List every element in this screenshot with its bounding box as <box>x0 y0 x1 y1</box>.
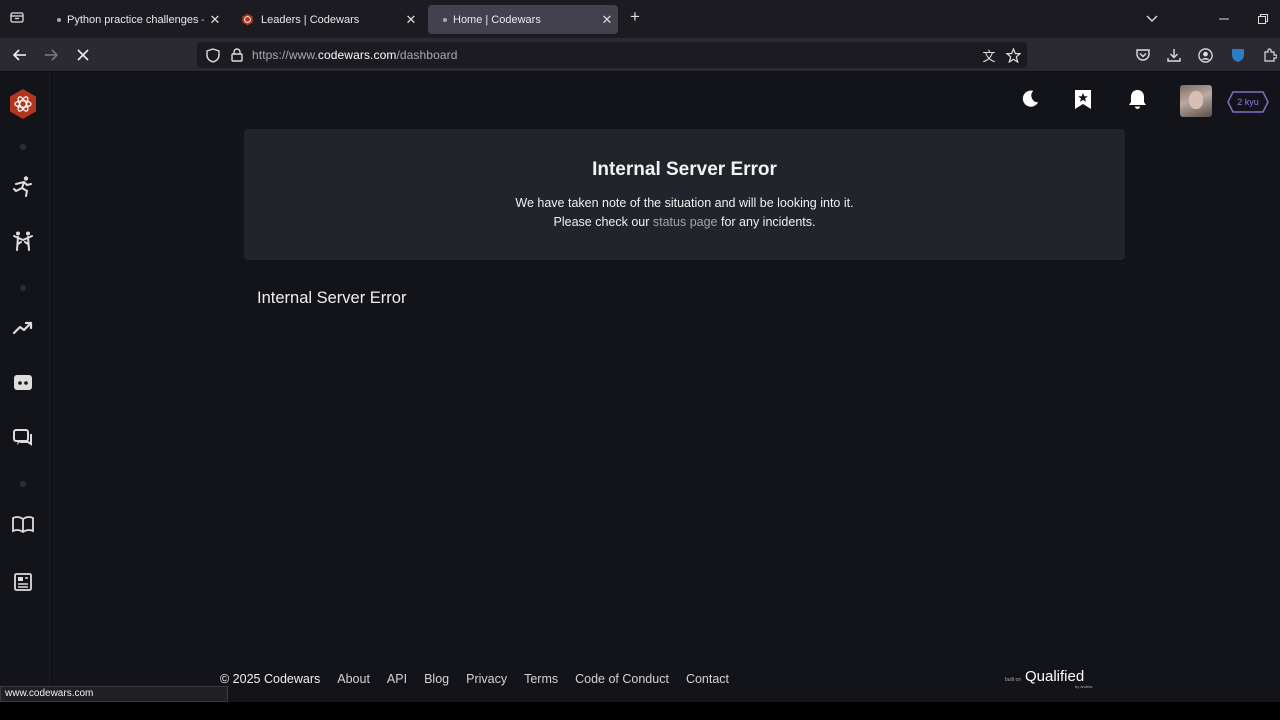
bottom-black-strip <box>0 702 1280 720</box>
sidebar <box>0 72 50 702</box>
footer-link-terms[interactable]: Terms <box>524 672 558 686</box>
url-prefix: https://www. <box>252 48 318 62</box>
blog-icon[interactable] <box>10 569 36 595</box>
practice-kata-icon[interactable] <box>10 173 36 199</box>
link-status-tooltip: www.codewars.com <box>0 686 228 702</box>
error-message: We have taken note of the situation and … <box>515 196 854 210</box>
minimize-icon[interactable] <box>1219 10 1229 28</box>
rank-label: 2 kyu <box>1237 97 1259 107</box>
status-page-link[interactable]: status page <box>653 215 718 229</box>
bell-icon[interactable] <box>1127 89 1148 110</box>
error-panel: Internal Server Error We have taken note… <box>244 129 1125 260</box>
leaderboards-icon[interactable] <box>10 315 36 341</box>
tab-title: Home | Codewars <box>453 13 541 26</box>
bookmark-icon[interactable] <box>1074 89 1092 110</box>
error-status-line: Please check our status page for any inc… <box>244 215 1125 229</box>
tab-dot-icon <box>57 17 61 22</box>
back-arrow-icon[interactable] <box>10 45 30 65</box>
moon-icon[interactable] <box>1021 89 1040 108</box>
extensions-icon[interactable] <box>1260 45 1280 65</box>
footer-link-api[interactable]: API <box>387 672 407 686</box>
footer-link-privacy[interactable]: Privacy <box>466 672 507 686</box>
qualified-logo[interactable]: built on Qualified by andela <box>1005 668 1105 690</box>
bitwarden-shield-icon[interactable] <box>1228 45 1248 65</box>
error-title: Internal Server Error <box>592 159 777 180</box>
footer-link-contact[interactable]: Contact <box>686 672 729 686</box>
sidebar-separator-dot <box>20 481 26 487</box>
tab-list-icon[interactable] <box>10 10 24 28</box>
tab-title: Python practice challenges – tra <box>67 13 204 26</box>
tab-dot-icon <box>443 17 447 22</box>
tab-leaders-codewars[interactable]: Leaders | Codewars ✕ <box>228 5 422 34</box>
url-bar[interactable]: https://www.codewars.com/dashboard 文 <box>197 42 1027 68</box>
pocket-icon[interactable] <box>1133 45 1153 65</box>
footer-link-about[interactable]: About <box>337 672 370 686</box>
error-status-text-after: for any incidents. <box>717 215 816 229</box>
translate-icon[interactable]: 文 <box>979 45 999 65</box>
avatar-face <box>1189 91 1203 109</box>
browser-nav-bar: https://www.codewars.com/dashboard 文 <box>0 38 1280 72</box>
error-subtitle: Internal Server Error <box>257 289 407 307</box>
close-icon[interactable]: ✕ <box>400 12 422 28</box>
footer: © 2025 Codewars About API Blog Privacy T… <box>220 672 746 686</box>
sidebar-separator-dot <box>20 285 26 291</box>
avatar[interactable] <box>1180 85 1212 117</box>
footer-copyright: © 2025 Codewars <box>220 672 321 686</box>
restore-icon[interactable] <box>1258 10 1268 28</box>
tab-python-practice[interactable]: Python practice challenges – tra ✕ <box>40 5 226 34</box>
tab-title: Leaders | Codewars <box>261 13 360 26</box>
account-icon[interactable] <box>1195 45 1215 65</box>
url-path: /dashboard <box>396 48 458 62</box>
page-content: 2 kyu Internal Server Error We have take… <box>0 72 1280 702</box>
star-icon[interactable] <box>1003 45 1023 65</box>
docs-icon[interactable] <box>10 511 36 537</box>
close-icon[interactable]: ✕ <box>596 12 618 28</box>
codewars-logo-icon[interactable] <box>7 88 39 120</box>
url-text[interactable]: https://www.codewars.com/dashboard <box>252 48 458 62</box>
codewars-logo-icon <box>242 13 253 26</box>
discord-icon[interactable] <box>10 370 36 396</box>
tab-home-codewars[interactable]: Home | Codewars ✕ <box>428 5 618 34</box>
rank-badge[interactable]: 2 kyu <box>1227 91 1269 113</box>
footer-link-blog[interactable]: Blog <box>424 672 449 686</box>
sidebar-separator-dot <box>20 144 26 150</box>
close-icon[interactable]: ✕ <box>204 12 226 28</box>
andela-text: by andela <box>1075 684 1093 689</box>
url-host: codewars.com <box>317 48 397 62</box>
lock-icon[interactable] <box>227 45 247 65</box>
stop-loading-icon[interactable] <box>73 45 93 65</box>
dojo-icon[interactable] <box>10 228 36 254</box>
footer-link-code-of-conduct[interactable]: Code of Conduct <box>575 672 669 686</box>
qualified-text: Qualified <box>1025 668 1085 685</box>
browser-tab-strip: Python practice challenges – tra ✕ Leade… <box>0 0 1280 38</box>
forward-arrow-icon[interactable] <box>41 45 61 65</box>
download-icon[interactable] <box>1164 45 1184 65</box>
forum-icon[interactable] <box>10 425 36 451</box>
new-tab-icon[interactable]: + <box>630 8 640 26</box>
built-on-text: built on <box>1005 677 1022 683</box>
shield-icon[interactable] <box>203 45 223 65</box>
error-status-text-before: Please check our <box>553 215 653 229</box>
chevron-down-icon[interactable] <box>1146 10 1158 28</box>
